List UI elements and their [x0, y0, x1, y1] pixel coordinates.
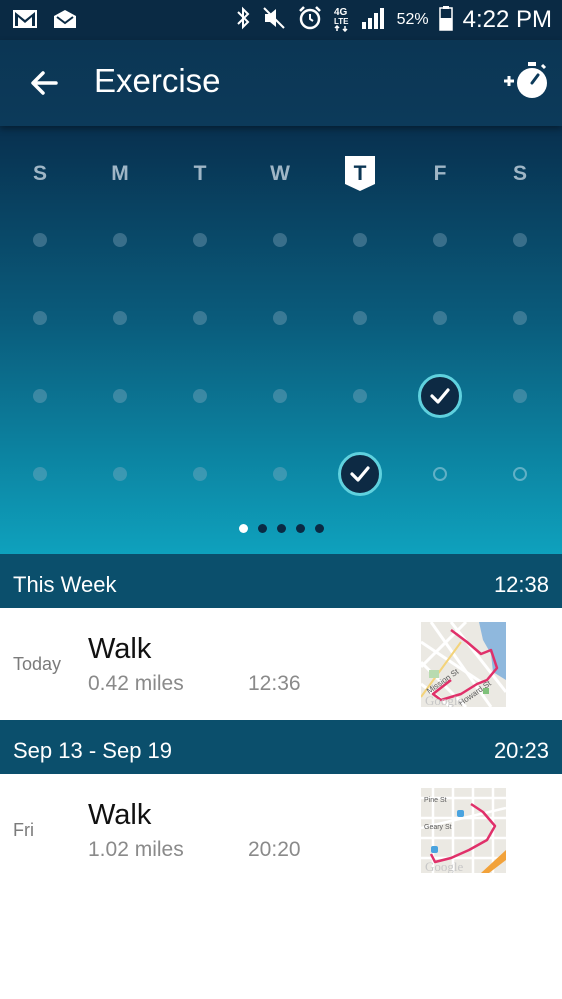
day-dot[interactable] [433, 233, 447, 247]
status-bar: 4G LTE 52% 4:22 PM [0, 0, 562, 40]
exercise-distance: 1.02 miles [88, 838, 184, 861]
day-dot[interactable] [353, 389, 367, 403]
page-title: Exercise [94, 62, 221, 99]
map-google-label: Google [425, 693, 464, 707]
day-dot[interactable] [113, 389, 127, 403]
day-dot[interactable] [193, 311, 207, 325]
section-total: 12:38 [493, 572, 549, 597]
battery-icon [438, 5, 453, 36]
gmail-icon [12, 8, 38, 35]
day-dot[interactable] [33, 389, 47, 403]
completed-day-check[interactable] [338, 452, 382, 496]
exercise-name: Walk [88, 633, 152, 665]
section-total: 20:23 [493, 738, 549, 763]
future-day-dot [433, 467, 447, 481]
day-dot[interactable] [353, 311, 367, 325]
weekday-label: T [353, 162, 367, 185]
page-indicator-dot[interactable] [257, 524, 267, 533]
weekday-row: SMTWTFS [0, 156, 562, 192]
add-stopwatch-icon [504, 62, 547, 98]
day-dot[interactable] [113, 233, 127, 247]
day-dot[interactable] [513, 311, 527, 325]
day-dot[interactable] [33, 311, 47, 325]
exercise-list-item[interactable]: Fri Walk 1.02 miles 20:20 Pine St Geary … [0, 774, 562, 886]
day-dot[interactable] [113, 311, 127, 325]
day-dot[interactable] [193, 233, 207, 247]
day-dot[interactable] [193, 389, 207, 403]
checkmark-icon [350, 466, 370, 482]
route-map-thumbnail[interactable]: Pine St Geary St Google [421, 788, 506, 873]
page-indicator [0, 524, 562, 536]
page-indicator-dot[interactable] [238, 524, 248, 533]
back-button[interactable] [24, 62, 66, 104]
exercise-duration: 12:36 [248, 672, 301, 695]
exercise-day: Today [13, 654, 62, 674]
exercise-distance: 0.42 miles [88, 672, 184, 695]
section-header-this-week: This Week 12:38 [0, 554, 562, 608]
bluetooth-icon [235, 5, 251, 36]
map-street-label: Geary St [424, 824, 452, 831]
exercise-name: Walk [88, 799, 152, 831]
exercise-list-item[interactable]: Today Walk 0.42 miles 12:36 Mission St H… [0, 608, 562, 720]
day-dot[interactable] [433, 311, 447, 325]
arrow-left-icon [31, 71, 58, 95]
day-dot[interactable] [33, 467, 47, 481]
alarm-icon [297, 5, 323, 36]
day-dot[interactable] [113, 467, 127, 481]
future-day-dot [513, 467, 527, 481]
svg-text:LTE: LTE [334, 17, 349, 26]
day-dot[interactable] [513, 389, 527, 403]
section-label: Sep 13 - Sep 19 [13, 738, 173, 763]
weekday-label: W [270, 162, 290, 185]
status-time: 4:22 PM [462, 6, 552, 33]
inbox-icon [52, 8, 78, 35]
route-map-thumbnail[interactable]: Mission St Howard St Google [421, 622, 506, 707]
weekday-label: F [433, 162, 447, 185]
weekday-label: M [111, 162, 129, 185]
map-street-label: Pine St [424, 797, 447, 804]
battery-percent: 52% [396, 11, 429, 28]
add-exercise-button[interactable] [502, 56, 552, 106]
weekday-label: S [512, 162, 527, 185]
day-dot[interactable] [273, 467, 287, 481]
exercise-day: Fri [13, 820, 34, 840]
page-indicator-dot[interactable] [276, 524, 286, 533]
day-dot[interactable] [193, 467, 207, 481]
page-indicator-dot[interactable] [314, 524, 324, 533]
map-google-label: Google [425, 859, 464, 873]
section-header-sep-13-sep-19: Sep 13 - Sep 19 20:23 [0, 720, 562, 774]
day-dot[interactable] [33, 233, 47, 247]
page-indicator-dot[interactable] [295, 524, 305, 533]
app-bar: Exercise [0, 40, 562, 126]
weekday-label: S [32, 162, 47, 185]
day-dot[interactable] [273, 311, 287, 325]
mute-icon [261, 5, 287, 36]
day-dot[interactable] [273, 233, 287, 247]
signal-icon [361, 6, 387, 35]
weekday-label: T [193, 162, 207, 185]
day-dot[interactable] [353, 233, 367, 247]
section-label: This Week [13, 572, 117, 597]
checkmark-icon [430, 388, 450, 404]
day-dot[interactable] [513, 233, 527, 247]
weekly-calendar: SMTWTFS [0, 126, 562, 554]
day-dot[interactable] [273, 389, 287, 403]
exercise-duration: 20:20 [248, 838, 301, 861]
completed-day-check[interactable] [418, 374, 462, 418]
network-4g-icon: 4G LTE [333, 4, 351, 37]
